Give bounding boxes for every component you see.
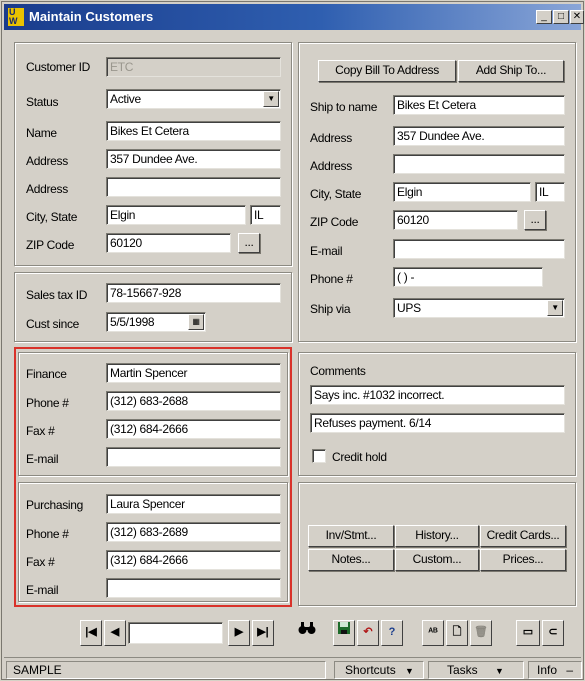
spell-check-icon[interactable]: ᴬᴮ <box>422 620 444 646</box>
record-scroll-field[interactable] <box>128 622 223 644</box>
sales-tax-field[interactable]: 78-15667-928 <box>106 283 281 303</box>
minimize-button[interactable]: _ <box>536 10 552 24</box>
address2-label: Address <box>26 182 68 196</box>
ship-name-field[interactable]: Bikes Et Cetera <box>393 95 565 115</box>
ship-phone-label: Phone # <box>310 272 353 286</box>
ship-email-label: E-mail <box>310 244 343 258</box>
ship-address2-field[interactable] <box>393 154 565 174</box>
first-record-button[interactable]: |◀ <box>80 620 102 646</box>
status-value: Active <box>110 92 141 106</box>
contacts-highlight-frame <box>14 347 292 607</box>
comments-label: Comments <box>310 364 366 378</box>
status-label: Status <box>26 95 59 109</box>
customer-id-field: ETC <box>106 57 281 77</box>
dash-icon: – <box>566 663 574 677</box>
tasks-menu[interactable]: Tasks ▼ <box>428 661 524 679</box>
ship-via-select[interactable]: UPS ▼ <box>393 298 565 318</box>
previous-record-button[interactable]: ◀ <box>104 620 126 646</box>
address1-label: Address <box>26 154 68 168</box>
ship-address1-field[interactable]: 357 Dundee Ave. <box>393 126 565 146</box>
next-record-button[interactable]: ▶ <box>228 620 250 646</box>
info-label: Info <box>537 663 558 677</box>
customer-id-label: Customer ID <box>26 60 91 74</box>
zip-label: ZIP Code <box>26 238 75 252</box>
zip-field[interactable]: 60120 <box>106 233 231 253</box>
attachment-icon[interactable]: ⊂ <box>542 620 564 646</box>
new-record-icon[interactable]: 🗋 <box>446 620 468 646</box>
chevron-down-icon[interactable]: ▼ <box>547 300 563 316</box>
ship-name-label: Ship to name <box>310 100 378 114</box>
inv-stmt-button[interactable]: Inv/Stmt... <box>308 525 394 547</box>
close-button[interactable]: ✕ <box>570 10 584 24</box>
window-title: Maintain Customers <box>29 9 154 24</box>
title-bar[interactable]: U W Maintain Customers _ □ ✕ <box>4 4 584 30</box>
ship-city-field[interactable]: Elgin <box>393 182 531 202</box>
credit-hold-label: Credit hold <box>332 450 387 464</box>
app-icon: U W <box>8 8 24 26</box>
calendar-icon[interactable]: ▦ <box>188 314 204 330</box>
state-field[interactable]: IL <box>250 205 281 225</box>
save-icon[interactable] <box>333 620 355 646</box>
ship-email-field[interactable] <box>393 239 565 259</box>
zip-lookup-button[interactable]: ... <box>238 233 260 253</box>
notes-button[interactable]: Notes... <box>308 549 394 571</box>
ship-address1-label: Address <box>310 131 352 145</box>
ship-via-value: UPS <box>397 301 421 315</box>
shortcuts-menu[interactable]: Shortcuts ▼ <box>334 661 424 679</box>
company-status: SAMPLE <box>6 661 326 679</box>
info-menu[interactable]: Info – <box>528 661 582 679</box>
maintain-customers-window: U W Maintain Customers _ □ ✕ Customer ID… <box>1 1 584 680</box>
sales-tax-label: Sales tax ID <box>26 288 88 302</box>
maximize-button[interactable]: □ <box>553 10 569 24</box>
chevron-down-icon: ▼ <box>495 666 504 676</box>
status-select[interactable]: Active ▼ <box>106 89 281 109</box>
ship-zip-label: ZIP Code <box>310 215 359 229</box>
delete-icon[interactable]: 🗑 <box>470 620 492 646</box>
ship-state-field[interactable]: IL <box>535 182 565 202</box>
city-field[interactable]: Elgin <box>106 205 246 225</box>
name-label: Name <box>26 126 57 140</box>
custom-button[interactable]: Custom... <box>395 549 479 571</box>
undo-icon[interactable]: ↶ <box>357 620 379 646</box>
binoculars-icon[interactable] <box>296 620 318 646</box>
add-ship-to-button[interactable]: Add Ship To... <box>458 60 564 82</box>
help-icon[interactable]: ? <box>381 620 403 646</box>
comments-line1-field[interactable]: Says inc. #1032 incorrect. <box>310 385 565 405</box>
chevron-down-icon[interactable]: ▼ <box>263 91 279 107</box>
prices-button[interactable]: Prices... <box>480 549 566 571</box>
address2-field[interactable] <box>106 177 281 197</box>
list-view-icon[interactable]: ▭ <box>516 620 540 646</box>
city-state-label: City, State <box>26 210 78 224</box>
ship-zip-field[interactable]: 60120 <box>393 210 518 230</box>
last-record-button[interactable]: ▶| <box>252 620 274 646</box>
ship-city-state-label: City, State <box>310 187 362 201</box>
status-bar: SAMPLE Shortcuts ▼ Tasks ▼ Info – <box>4 657 582 680</box>
cust-since-value: 5/5/1998 <box>110 315 155 329</box>
tasks-label: Tasks <box>447 663 478 677</box>
name-field[interactable]: Bikes Et Cetera <box>106 121 281 141</box>
ship-address2-label: Address <box>310 159 352 173</box>
chevron-down-icon: ▼ <box>405 666 414 676</box>
comments-line2-field[interactable]: Refuses payment. 6/14 <box>310 413 565 433</box>
ship-via-label: Ship via <box>310 302 351 316</box>
ship-phone-field[interactable]: ( ) - <box>393 267 543 287</box>
ship-zip-lookup-button[interactable]: ... <box>524 210 546 230</box>
cust-since-label: Cust since <box>26 317 80 331</box>
cust-since-field[interactable]: 5/5/1998 ▦ <box>106 312 206 332</box>
copy-bill-to-address-button[interactable]: Copy Bill To Address <box>318 60 456 82</box>
shortcuts-label: Shortcuts <box>345 663 396 677</box>
credit-hold-checkbox[interactable] <box>312 449 326 463</box>
history-button[interactable]: History... <box>395 525 479 547</box>
credit-cards-button[interactable]: Credit Cards... <box>480 525 566 547</box>
address1-field[interactable]: 357 Dundee Ave. <box>106 149 281 169</box>
